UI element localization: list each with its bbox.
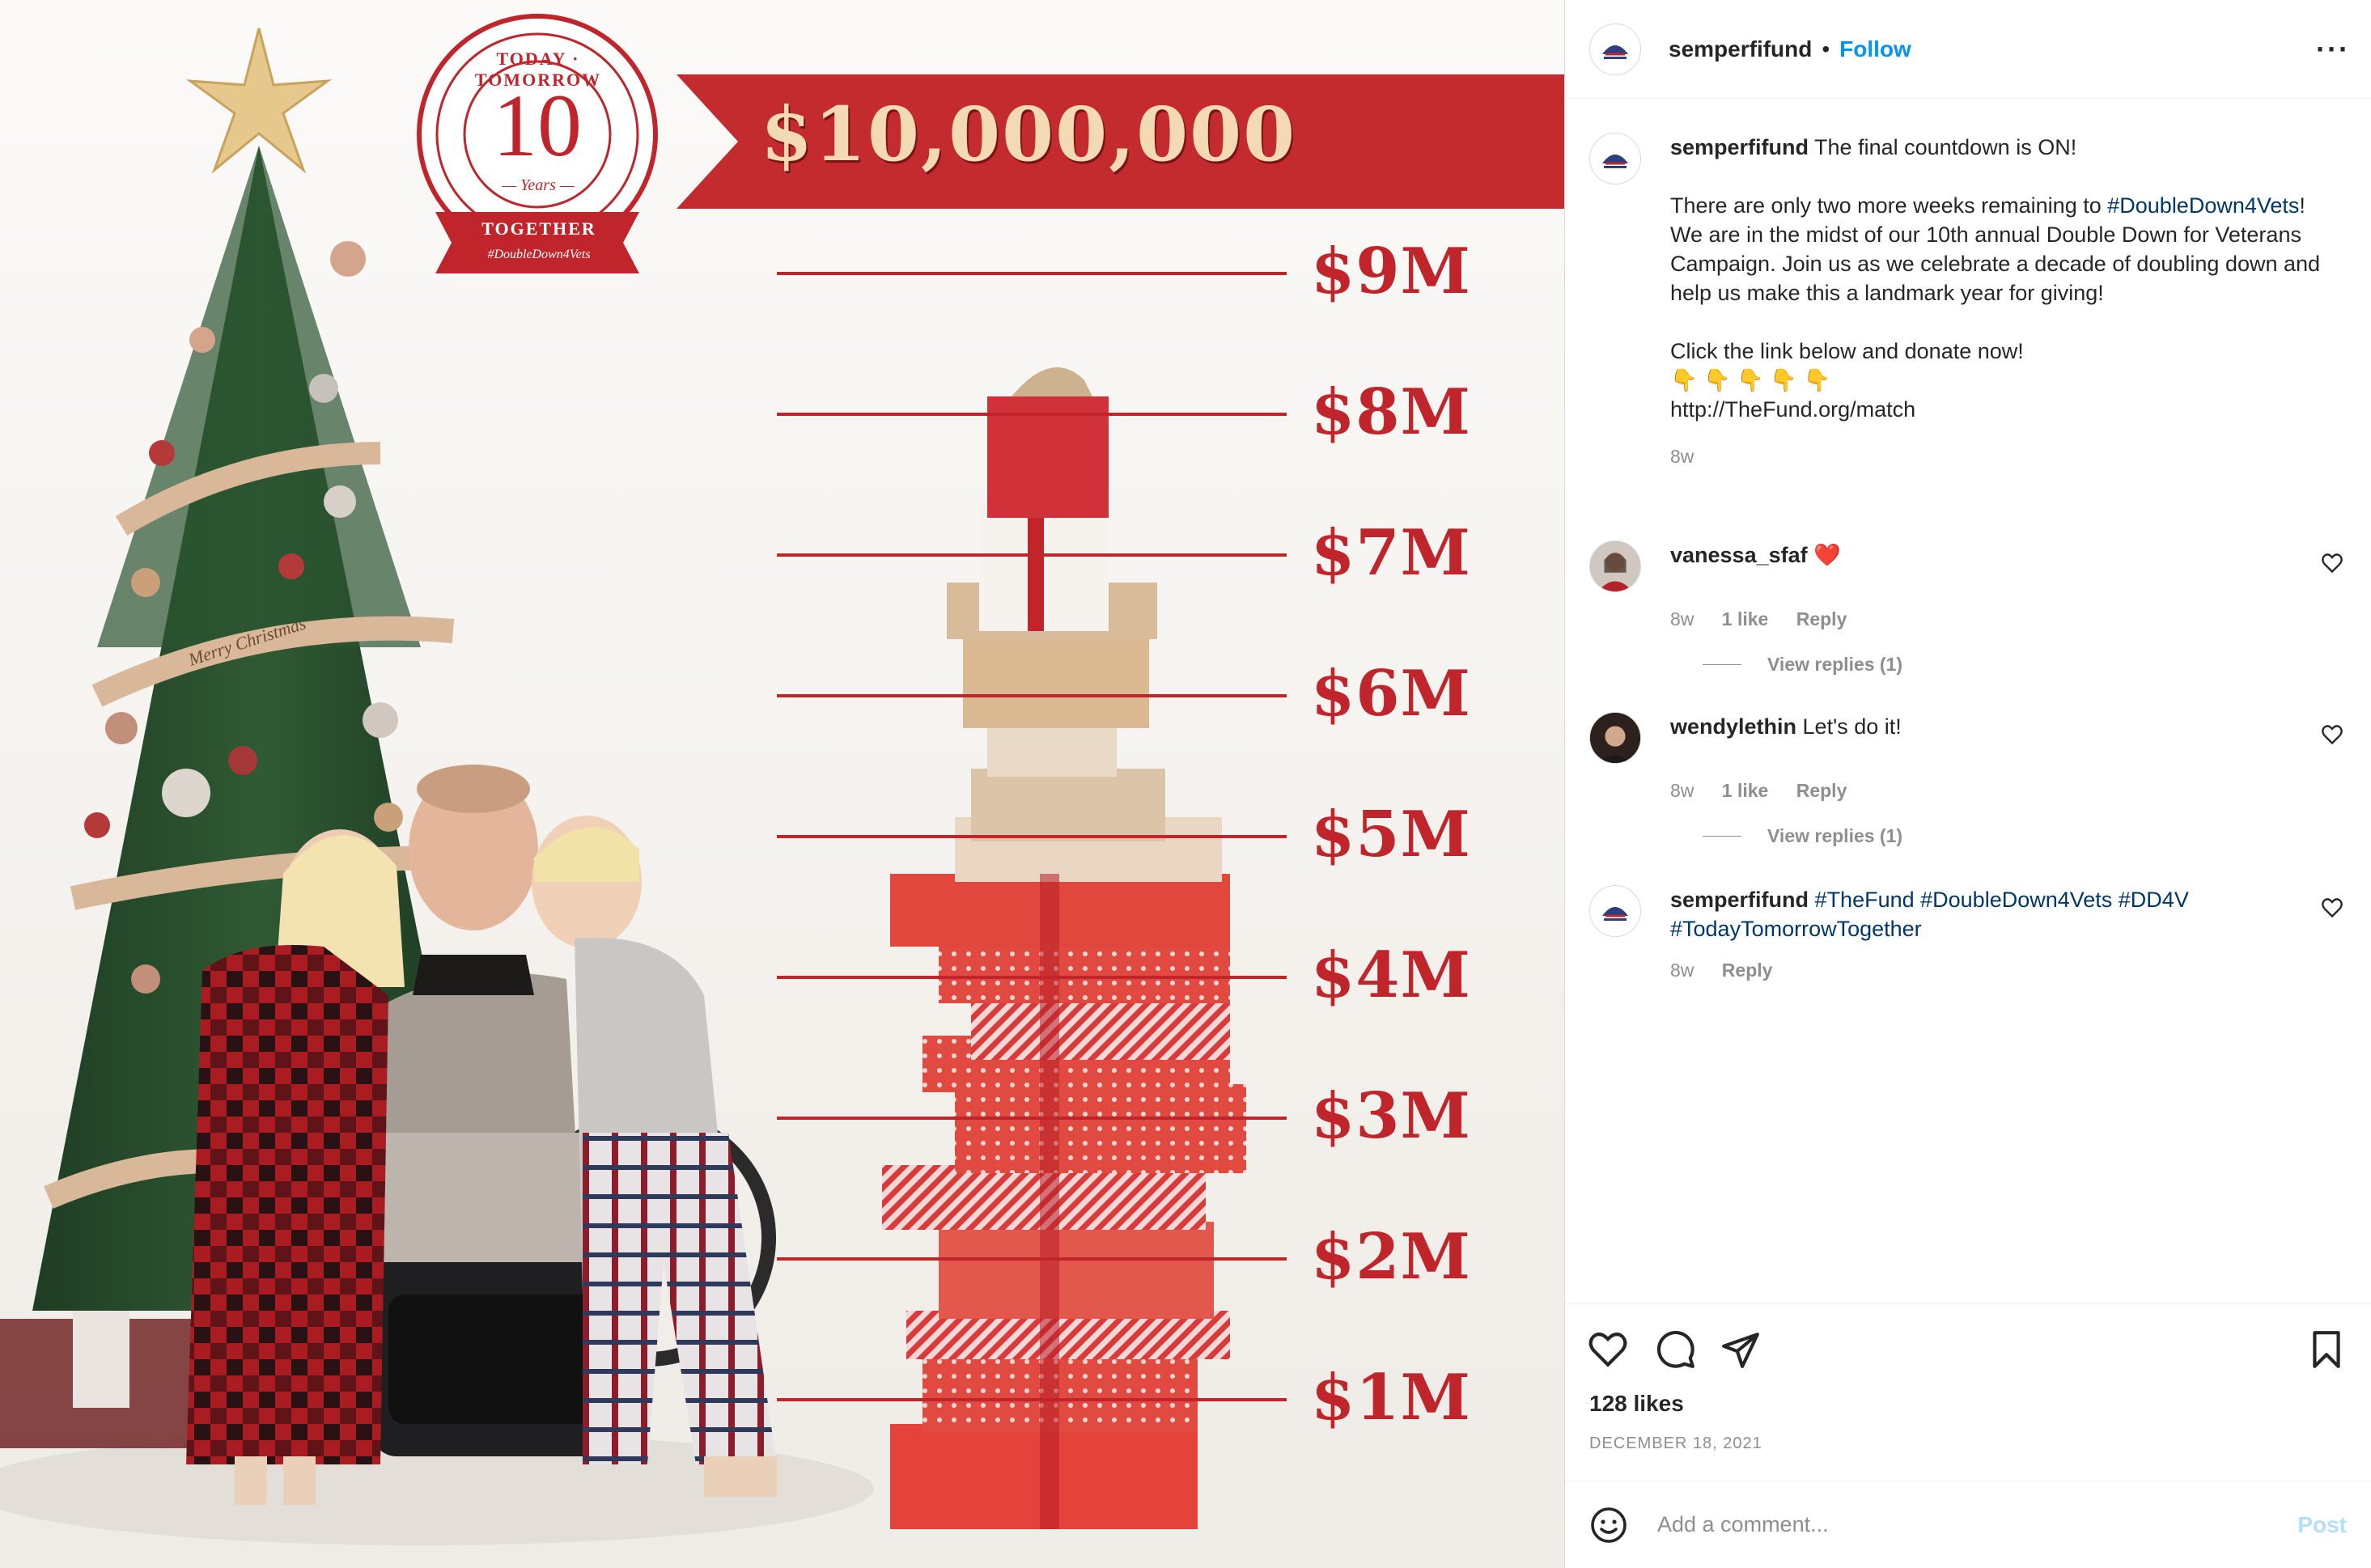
reply-button[interactable]: Reply bbox=[1796, 608, 1847, 629]
comment-username[interactable]: semperfifund bbox=[1670, 888, 1809, 912]
add-comment-bar: Post bbox=[1565, 1481, 2371, 1568]
comment-username[interactable]: wendylethin bbox=[1670, 714, 1796, 739]
user-photo-icon bbox=[1590, 713, 1640, 763]
user-photo-icon bbox=[1590, 541, 1640, 591]
comment-likes[interactable]: 1 like bbox=[1722, 780, 1769, 801]
caption-line1: The final countdown is ON! bbox=[1814, 135, 2077, 159]
avatar[interactable] bbox=[1589, 712, 1641, 764]
heart-icon[interactable] bbox=[1588, 1329, 1628, 1370]
post-comment-button[interactable]: Post bbox=[2297, 1512, 2347, 1538]
comment-icon[interactable] bbox=[1656, 1329, 1696, 1370]
comment-time[interactable]: 8w bbox=[1670, 780, 1694, 801]
heart-emoji: ❤️ bbox=[1813, 543, 1841, 567]
comment-input[interactable] bbox=[1657, 1512, 2272, 1537]
comment-time[interactable]: 8w bbox=[1670, 608, 1694, 629]
milestone-7m: $7M bbox=[1311, 516, 1471, 590]
share-icon[interactable] bbox=[1720, 1329, 1761, 1370]
post-caption: semperfifund The final countdown is ON! … bbox=[1589, 133, 2358, 471]
donate-url[interactable]: http://TheFund.org/match bbox=[1670, 397, 1915, 422]
semperfifund-logo-icon bbox=[1602, 907, 1628, 921]
avatar[interactable] bbox=[1589, 885, 1641, 937]
post-author-username[interactable]: semperfifund bbox=[1669, 36, 1812, 62]
reply-button[interactable]: Reply bbox=[1796, 780, 1847, 801]
caption-para3: Click the link below and donate now! bbox=[1670, 339, 2024, 363]
post-sidebar: semperfifund • Follow ··· semperfifund T… bbox=[1565, 0, 2371, 1568]
semperfifund-logo-icon bbox=[1602, 44, 1628, 59]
badge-years: — Years — bbox=[502, 176, 575, 194]
badge-bottom-text: TOGETHER bbox=[481, 218, 596, 239]
caption-text: semperfifund The final countdown is ON! … bbox=[1670, 133, 2342, 471]
post-image[interactable]: TODAY · TOMORROW 10 — Years — TOGETHER #… bbox=[0, 0, 1564, 1568]
replies-dash bbox=[1703, 836, 1741, 837]
caption-time[interactable]: 8w bbox=[1670, 446, 1694, 467]
post-header: semperfifund • Follow ··· bbox=[1565, 0, 2371, 99]
view-replies-button[interactable]: View replies (1) bbox=[1703, 825, 1902, 847]
like-comment-heart-icon[interactable] bbox=[2321, 552, 2343, 574]
post-date: DECEMBER 18, 2021 bbox=[1589, 1435, 1762, 1452]
more-options-icon[interactable]: ··· bbox=[2316, 32, 2350, 66]
pointing-down-emojis: 👇 👇 👇 👇 👇 bbox=[1670, 368, 1831, 392]
view-replies-button[interactable]: View replies (1) bbox=[1703, 654, 1902, 676]
comment-username[interactable]: vanessa_sfaf bbox=[1670, 543, 1808, 567]
follow-button[interactable]: Follow bbox=[1839, 36, 1911, 62]
comment-time[interactable]: 8w bbox=[1670, 960, 1694, 981]
caption-para2-start: There are only two more weeks remaining … bbox=[1670, 193, 2108, 218]
milestone-6m: $6M bbox=[1311, 657, 1471, 731]
header-separator: • bbox=[1822, 36, 1830, 61]
goal-amount: $10,000,000 bbox=[761, 91, 1297, 178]
avatar[interactable] bbox=[1589, 23, 1641, 75]
hashtag-link[interactable]: #DoubleDown4Vets bbox=[2107, 193, 2299, 218]
semperfifund-logo-icon bbox=[1602, 155, 1628, 168]
smiley-icon[interactable] bbox=[1589, 1506, 1628, 1545]
view-replies-label: View replies (1) bbox=[1767, 825, 1903, 846]
milestone-8m: $8M bbox=[1311, 375, 1471, 449]
caption-username[interactable]: semperfifund bbox=[1670, 135, 1809, 159]
view-replies-label: View replies (1) bbox=[1767, 654, 1903, 675]
post-actions: 128 likes DECEMBER 18, 2021 bbox=[1565, 1303, 2371, 1481]
comment-likes[interactable]: 1 like bbox=[1722, 608, 1769, 629]
badge-number: 10 bbox=[493, 76, 582, 175]
like-comment-heart-icon[interactable] bbox=[2321, 723, 2343, 746]
milestone-5m: $5M bbox=[1311, 798, 1471, 871]
milestone-1m: $1M bbox=[1311, 1361, 1471, 1435]
milestone-3m: $3M bbox=[1311, 1079, 1471, 1153]
bookmark-icon[interactable] bbox=[2306, 1329, 2347, 1370]
replies-dash bbox=[1703, 664, 1741, 665]
comment-item: semperfifund #TheFund #DoubleDown4Vets #… bbox=[1589, 885, 2358, 981]
comment-text: Let's do it! bbox=[1802, 714, 1902, 739]
comment-item: vanessa_sfaf ❤️ 8w 1 like Reply bbox=[1589, 540, 2358, 630]
avatar[interactable] bbox=[1589, 540, 1641, 592]
milestone-9m: $9M bbox=[1311, 235, 1471, 308]
milestone-2m: $2M bbox=[1311, 1220, 1471, 1294]
milestone-4m: $4M bbox=[1311, 939, 1471, 1012]
avatar[interactable] bbox=[1589, 133, 1641, 184]
likes-count[interactable]: 128 likes bbox=[1589, 1391, 1684, 1417]
like-comment-heart-icon[interactable] bbox=[2321, 896, 2343, 919]
comment-item: wendylethin Let's do it! 8w 1 like Reply bbox=[1589, 712, 2358, 802]
reply-button[interactable]: Reply bbox=[1722, 960, 1773, 981]
badge-hashtag: #DoubleDown4Vets bbox=[487, 248, 591, 261]
